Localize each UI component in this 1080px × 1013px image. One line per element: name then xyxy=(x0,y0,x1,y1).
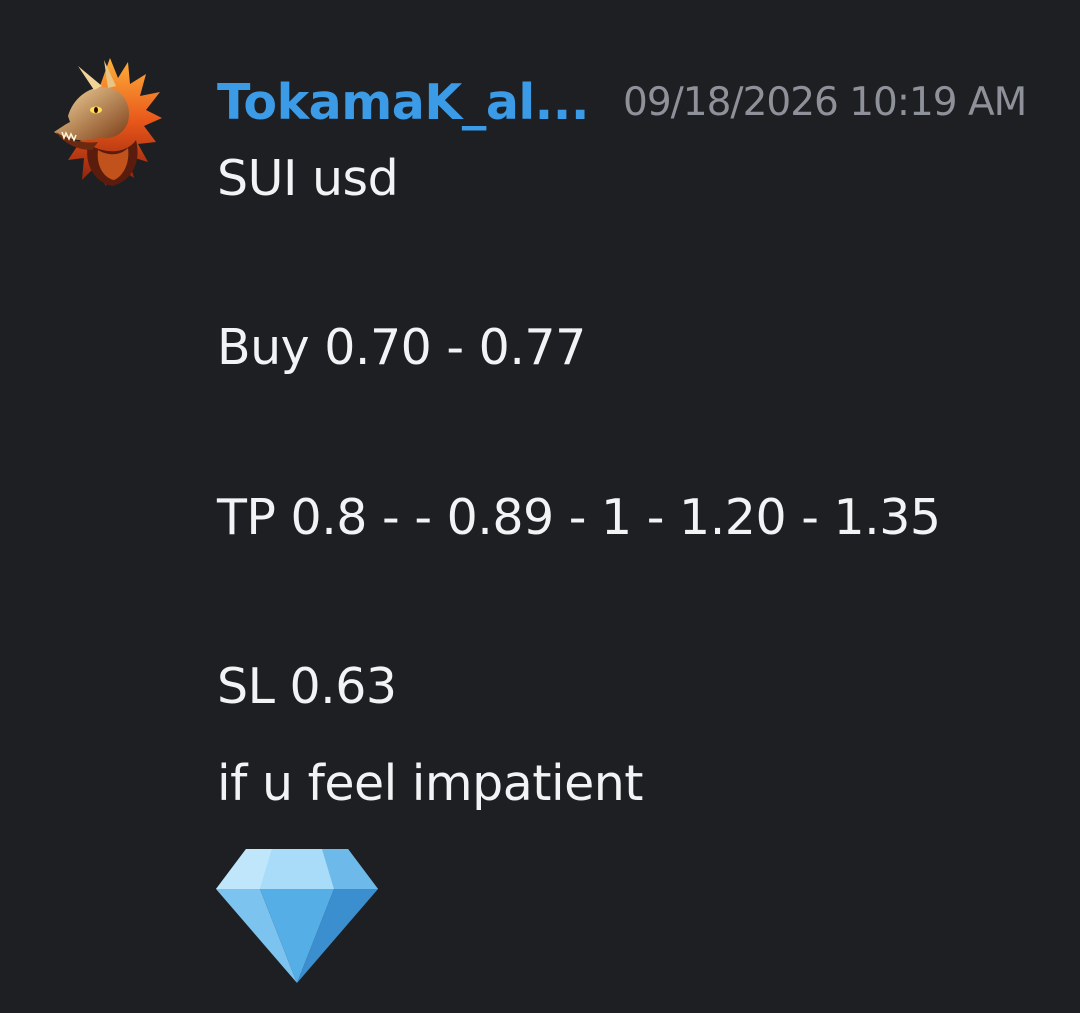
message-line: SUI usd xyxy=(217,150,399,207)
message-line: TP 0.8 - - 0.89 - 1 - 1.20 - 1.35 xyxy=(217,489,941,546)
message-line: Buy 0.70 - 0.77 xyxy=(217,319,586,376)
gem-icon xyxy=(216,849,378,983)
message-line: if u feel impatient xyxy=(217,755,644,812)
dragon-avatar-icon xyxy=(54,58,162,186)
message-timestamp: 09/18/2026 10:19 AM xyxy=(623,79,1027,125)
gem-emoji[interactable] xyxy=(214,845,380,985)
avatar[interactable] xyxy=(48,52,166,192)
author-name[interactable]: TokamaK_al... xyxy=(217,74,590,131)
message-header: TokamaK_al... 09/18/2026 10:19 AM xyxy=(217,62,1027,142)
message-line: SL 0.63 xyxy=(217,658,397,715)
